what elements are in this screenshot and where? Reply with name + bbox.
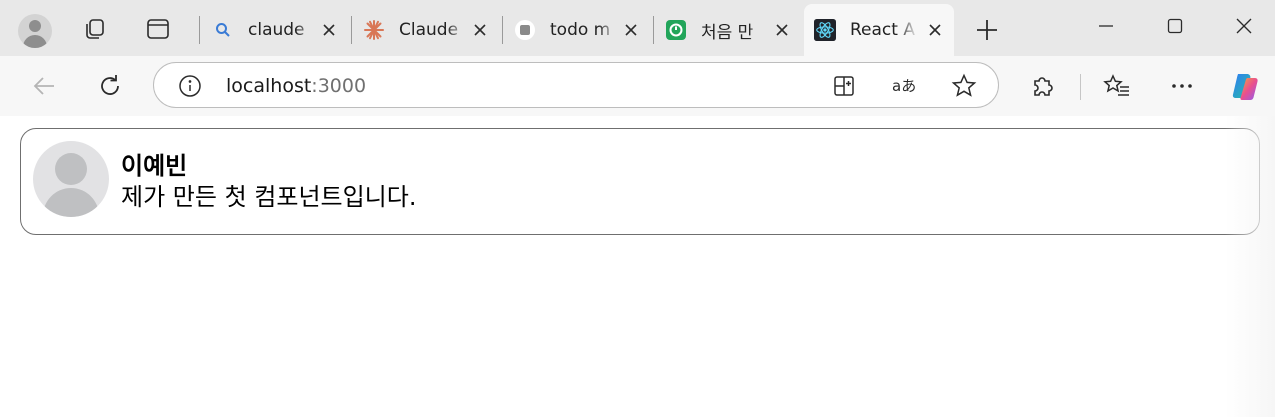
close-icon[interactable] [471, 21, 489, 39]
more-menu-button[interactable] [1166, 70, 1198, 102]
tab-first-made[interactable]: 처음 만 [655, 6, 801, 54]
maximize-icon [1167, 18, 1183, 34]
tab-claude[interactable]: Claude [353, 6, 499, 54]
avatar [33, 141, 109, 217]
close-icon[interactable] [320, 21, 338, 39]
tab-react-app[interactable]: React A [804, 4, 954, 56]
workspaces-button[interactable] [80, 14, 110, 44]
close-window-button[interactable] [1224, 10, 1264, 42]
search-icon [212, 19, 234, 41]
vertical-tabs-button[interactable] [143, 14, 173, 44]
favorites-list-icon [1103, 74, 1129, 96]
claude-logo-icon [363, 19, 385, 41]
copilot-icon [1232, 74, 1258, 100]
tab-todo[interactable]: todo m [504, 6, 650, 54]
tab-claude-search[interactable]: claude [202, 6, 348, 54]
new-tab-button[interactable] [972, 15, 1002, 45]
refresh-button[interactable] [94, 70, 126, 102]
green-app-icon [665, 19, 687, 41]
refresh-icon [101, 75, 119, 95]
tab-title: Claude [399, 20, 459, 40]
browser-toolbar: localhost:3000 aあ [0, 56, 1275, 116]
tab-actions-icon [147, 19, 169, 39]
page-viewport: 이예빈 제가 만든 첫 컴포넌트입니다. [0, 116, 1275, 417]
profile-card: 이예빈 제가 만든 첫 컴포넌트입니다. [20, 128, 1260, 235]
close-icon[interactable] [622, 21, 640, 39]
extensions-button[interactable] [1027, 70, 1059, 102]
close-icon[interactable] [926, 21, 944, 39]
split-screen-icon[interactable] [828, 70, 860, 102]
close-icon[interactable] [773, 21, 791, 39]
url-text[interactable]: localhost:3000 [226, 75, 366, 97]
favorite-star-icon[interactable] [948, 70, 980, 102]
back-arrow-icon [33, 77, 54, 95]
read-aloud-icon[interactable]: aあ [888, 70, 920, 102]
maximize-button[interactable] [1155, 10, 1195, 42]
workspaces-icon [86, 19, 104, 39]
profile-description: 제가 만든 첫 컴포넌트입니다. [121, 183, 417, 211]
address-bar[interactable]: localhost:3000 aあ [153, 62, 999, 108]
tab-title: claude [248, 20, 305, 40]
site-info-icon[interactable] [174, 70, 206, 102]
favorites-button[interactable] [1101, 70, 1133, 102]
minimize-button[interactable] [1086, 10, 1126, 42]
tab-title: 처음 만 [701, 22, 754, 43]
tab-title: todo m [550, 20, 611, 40]
tab-title: React A [850, 20, 915, 40]
minimize-icon [1099, 25, 1113, 27]
more-dots-icon [1172, 84, 1192, 88]
close-icon [1236, 18, 1252, 34]
svg-text:aあ: aあ [892, 77, 916, 95]
notion-logo-icon [514, 19, 536, 41]
profile-name: 이예빈 [121, 152, 188, 180]
profile-avatar-button[interactable] [18, 14, 52, 48]
react-logo-icon [814, 19, 836, 41]
puzzle-icon [1034, 77, 1053, 96]
copilot-button[interactable] [1229, 69, 1263, 103]
url-host: localhost [226, 75, 312, 97]
url-port: :3000 [311, 75, 367, 97]
plus-icon [977, 20, 997, 40]
tab-strip: claude Claude todo m 처음 만 React A [0, 0, 1275, 56]
back-button[interactable] [28, 70, 60, 102]
